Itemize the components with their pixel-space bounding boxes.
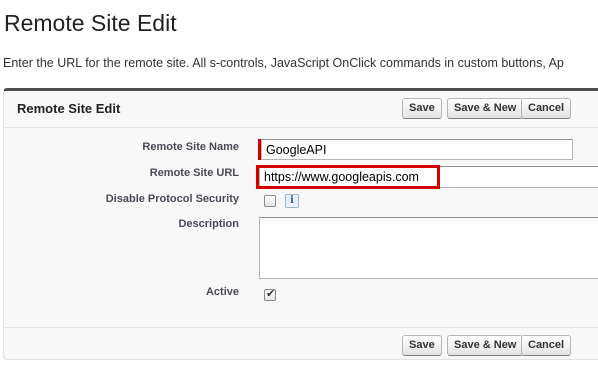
- checkmark-icon: ✔: [266, 288, 276, 300]
- disable-protocol-security-label: Disable Protocol Security: [105, 193, 239, 205]
- remote-site-name-input[interactable]: [261, 139, 573, 160]
- intro-text: Enter the URL for the remote site. All s…: [3, 56, 564, 70]
- remote-site-url-label: Remote Site URL: [149, 167, 239, 179]
- save-button-top[interactable]: Save: [402, 98, 442, 119]
- cancel-button-top[interactable]: Cancel: [521, 98, 572, 119]
- disable-protocol-security-checkbox[interactable]: [264, 195, 276, 207]
- save-button-bottom[interactable]: Save: [402, 335, 442, 356]
- info-icon[interactable]: i: [285, 194, 299, 208]
- panel-title: Remote Site Edit: [17, 101, 121, 116]
- description-textarea[interactable]: [259, 217, 598, 279]
- remote-site-edit-panel: Remote Site Edit Save Save & New Cancel …: [3, 88, 598, 360]
- description-label: Description: [178, 218, 239, 230]
- active-label: Active: [205, 286, 239, 298]
- save-new-button-top[interactable]: Save & New: [447, 98, 524, 119]
- remote-site-url-input[interactable]: [259, 166, 598, 188]
- active-checkbox[interactable]: ✔: [264, 288, 276, 301]
- remote-site-name-label: Remote Site Name: [142, 141, 239, 153]
- panel-header: Remote Site Edit Save Save & New Cancel: [4, 91, 598, 128]
- panel-footer: Save Save & New Cancel: [4, 327, 598, 364]
- save-new-button-bottom[interactable]: Save & New: [447, 335, 524, 356]
- page-title: Remote Site Edit: [4, 10, 177, 36]
- cancel-button-bottom[interactable]: Cancel: [521, 335, 572, 356]
